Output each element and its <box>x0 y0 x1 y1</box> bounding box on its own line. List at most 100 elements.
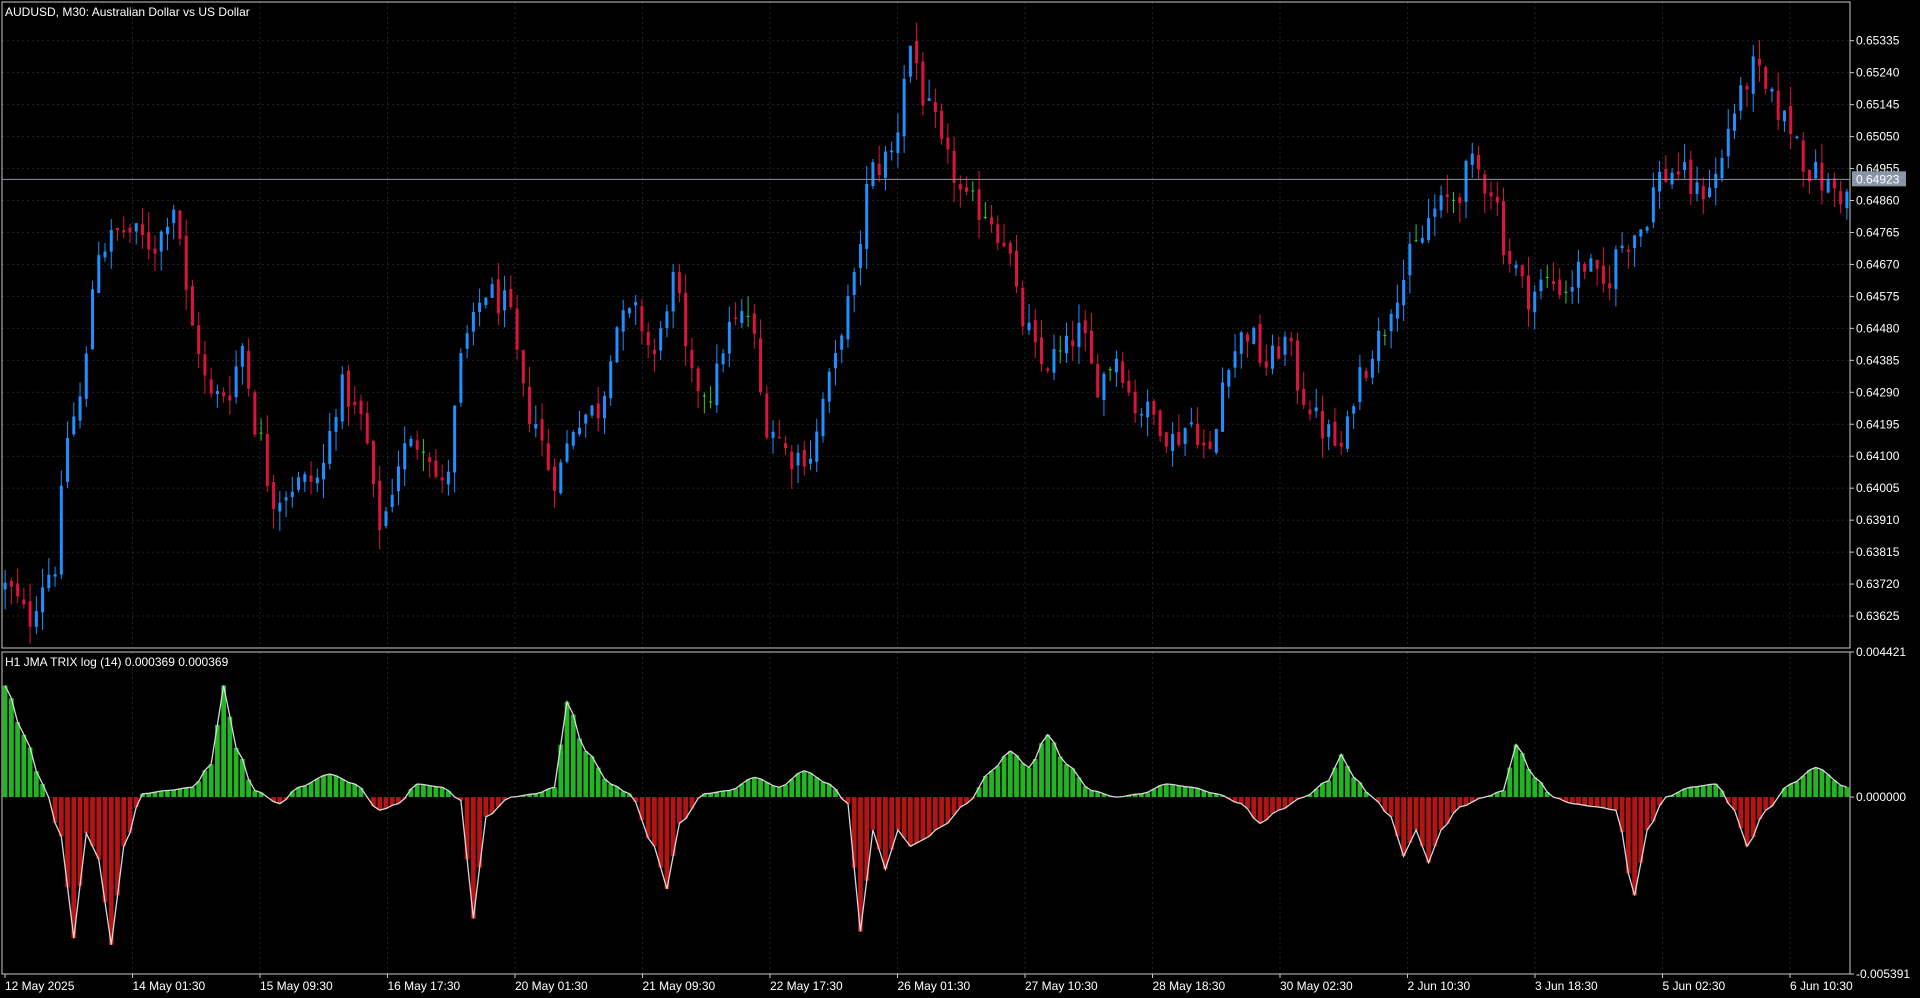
candle-body <box>1832 178 1836 189</box>
candle-body <box>1564 291 1568 293</box>
candle-body <box>421 451 425 453</box>
candle-body <box>734 317 738 319</box>
candle-body <box>1289 337 1293 342</box>
price-tick-label: 0.64670 <box>1856 257 1900 271</box>
candle-body <box>340 374 344 422</box>
candle-body <box>484 297 488 306</box>
candle-body <box>596 403 600 419</box>
candle-body <box>53 574 57 577</box>
price-tick-label: 0.64005 <box>1856 481 1900 495</box>
candle-body <box>609 361 613 399</box>
candle-body <box>621 310 625 332</box>
price-tick-label: 0.65145 <box>1856 98 1900 112</box>
candle-body <box>871 162 875 186</box>
candle-body <box>1726 128 1730 157</box>
candle-body <box>883 151 887 178</box>
candle-body <box>247 350 251 389</box>
price-tick-label: 0.64765 <box>1856 225 1900 239</box>
time-tick-label: 27 May 10:30 <box>1025 979 1098 993</box>
candle-body <box>3 582 7 590</box>
candle-body <box>297 477 301 490</box>
indicator-tick-label: 0.000000 <box>1856 790 1906 804</box>
candle-body <box>66 437 70 482</box>
candle-body <box>278 502 282 512</box>
candle-body <box>1102 373 1106 401</box>
candle-body <box>1133 391 1137 414</box>
candle-body <box>1202 442 1206 446</box>
candle-body <box>1757 58 1761 66</box>
candle-body <box>165 226 169 235</box>
candle-body <box>602 395 606 419</box>
candle-body <box>1733 113 1736 131</box>
candle-body <box>140 224 144 236</box>
time-tick-label: 26 May 01:30 <box>898 979 971 993</box>
candle-body <box>1077 322 1081 348</box>
candle-body <box>465 333 469 349</box>
candle-body <box>1820 162 1824 191</box>
candle-body <box>827 371 831 402</box>
price-tick-label: 0.64860 <box>1856 194 1900 208</box>
candle-body <box>777 436 781 439</box>
candle-body <box>1526 275 1530 310</box>
candle-body <box>946 137 950 150</box>
candle-body <box>896 132 900 153</box>
candle-body <box>290 491 294 498</box>
candle-body <box>646 331 650 346</box>
candle-body <box>128 227 132 233</box>
candle-body <box>1477 154 1481 170</box>
candle-body <box>709 401 713 403</box>
candle-body <box>1114 358 1118 373</box>
candle-body <box>453 405 457 473</box>
candle-body <box>1608 283 1612 289</box>
candle-body <box>1676 171 1680 175</box>
time-tick-label: 30 May 02:30 <box>1280 979 1353 993</box>
candle-body <box>1720 157 1724 179</box>
candle-body <box>1052 349 1056 373</box>
candle-body <box>403 443 407 470</box>
candle-body <box>215 391 219 395</box>
candle-body <box>815 431 819 462</box>
time-tick-label: 6 Jun 10:30 <box>1790 979 1853 993</box>
candle-body <box>1271 345 1274 369</box>
candle-body <box>390 494 394 508</box>
candle-body <box>459 353 463 403</box>
candle-body <box>1714 173 1718 188</box>
candle-body <box>1221 382 1225 432</box>
candle-body <box>940 110 944 139</box>
candle-body <box>1264 361 1268 368</box>
candle-body <box>1358 367 1362 402</box>
candle-body <box>915 40 919 64</box>
candle-body <box>1314 407 1318 412</box>
candle-body <box>521 350 525 384</box>
candle-body <box>1645 226 1649 231</box>
candle-body <box>1789 106 1793 134</box>
candle-body <box>759 338 763 393</box>
candle-body <box>1408 243 1412 276</box>
candle-body <box>1389 313 1393 332</box>
candle-body <box>1639 229 1643 237</box>
candle-body <box>1739 85 1743 111</box>
candle-body <box>509 288 513 308</box>
candle-body <box>1445 194 1449 198</box>
candle-body <box>727 321 731 354</box>
candle-body <box>1795 136 1799 139</box>
candle-body <box>1015 250 1019 287</box>
candle-body <box>1177 432 1181 445</box>
time-tick-label: 15 May 09:30 <box>260 979 333 993</box>
price-tick-label: 0.64385 <box>1856 353 1900 367</box>
candle-body <box>22 599 26 605</box>
candle-body <box>515 308 519 350</box>
candle-body <box>1601 265 1605 284</box>
candle-body <box>1745 85 1749 90</box>
candle-body <box>222 392 226 396</box>
candle-body <box>1801 140 1805 172</box>
candle-body <box>1589 258 1593 272</box>
candle-body <box>1345 416 1349 449</box>
grid-layer <box>2 2 1850 974</box>
candle-body <box>353 401 357 405</box>
candle-body <box>272 482 276 509</box>
candle-body <box>1377 330 1381 362</box>
candle-body <box>721 353 725 365</box>
candle-body <box>765 393 769 438</box>
candle-body <box>371 440 375 485</box>
